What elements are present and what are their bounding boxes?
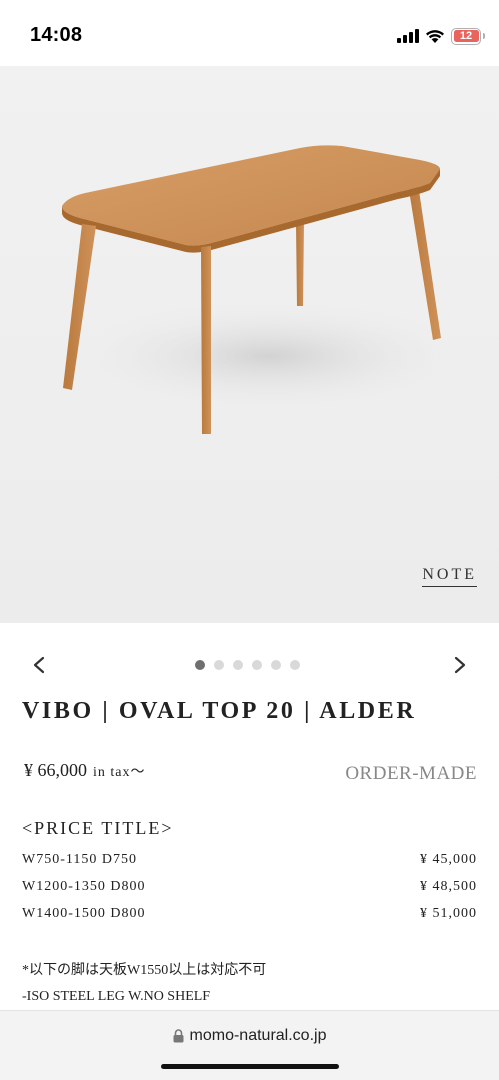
carousel-dots (195, 660, 300, 670)
url-display[interactable]: momo-natural.co.jp (0, 1027, 499, 1045)
price-row: ¥ 66,000 in tax～ ORDER-MADE (22, 760, 477, 790)
size-price: ¥ 45,000 (420, 852, 477, 867)
chevron-left-icon[interactable] (28, 654, 50, 676)
cellular-signal-icon (397, 29, 419, 43)
carousel-controls (0, 648, 499, 682)
tax-label: in tax～ (93, 765, 146, 780)
battery-icon: 12 (451, 27, 485, 45)
product-title: VIBO | OVAL TOP 20 | ALDER (22, 698, 417, 724)
carousel-dot[interactable] (233, 660, 243, 670)
carousel-dot[interactable] (214, 660, 224, 670)
home-indicator (161, 1064, 339, 1069)
order-made-label: ORDER-MADE (345, 763, 477, 784)
note-line: *以下の脚は天板W1550以上は対応不可 (22, 963, 267, 978)
carousel-dot[interactable] (195, 660, 205, 670)
carousel-dot[interactable] (252, 660, 262, 670)
status-bar: 14:08 12 (0, 0, 499, 66)
size-price-table: W750-1150 D750 ¥ 45,000 W1200-1350 D800 … (22, 852, 477, 933)
table-row: W750-1150 D750 ¥ 45,000 (22, 852, 477, 879)
size-price: ¥ 48,500 (420, 879, 477, 894)
table-illustration (62, 145, 470, 434)
table-row: W1400-1500 D800 ¥ 51,000 (22, 906, 477, 933)
status-icons: 12 (397, 27, 485, 45)
size-label: W1200-1350 D800 (22, 879, 146, 894)
note-link[interactable]: NOTE (422, 566, 477, 587)
price-title: <PRICE TITLE> (22, 818, 174, 838)
size-label: W750-1150 D750 (22, 852, 137, 867)
battery-level: 12 (453, 30, 479, 42)
note-line: -ISO STEEL LEG W.NO SHELF (22, 989, 211, 1004)
price-value: ¥ 66,000 (24, 760, 87, 780)
url-text: momo-natural.co.jp (189, 1027, 327, 1044)
carousel-dot[interactable] (290, 660, 300, 670)
carousel-dot[interactable] (271, 660, 281, 670)
size-label: W1400-1500 D800 (22, 906, 146, 921)
product-notes: *以下の脚は天板W1550以上は対応不可 -ISO STEEL LEG W.NO… (22, 958, 266, 1010)
product-image[interactable]: NOTE (0, 66, 499, 623)
browser-url-bar[interactable]: momo-natural.co.jp (0, 1010, 499, 1080)
table-row: W1200-1350 D800 ¥ 48,500 (22, 879, 477, 906)
chevron-right-icon[interactable] (449, 654, 471, 676)
status-time: 14:08 (30, 24, 83, 46)
lock-icon (173, 1029, 184, 1043)
product-price: ¥ 66,000 in tax～ (24, 760, 146, 781)
size-price: ¥ 51,000 (420, 906, 477, 921)
wifi-icon (426, 29, 444, 43)
